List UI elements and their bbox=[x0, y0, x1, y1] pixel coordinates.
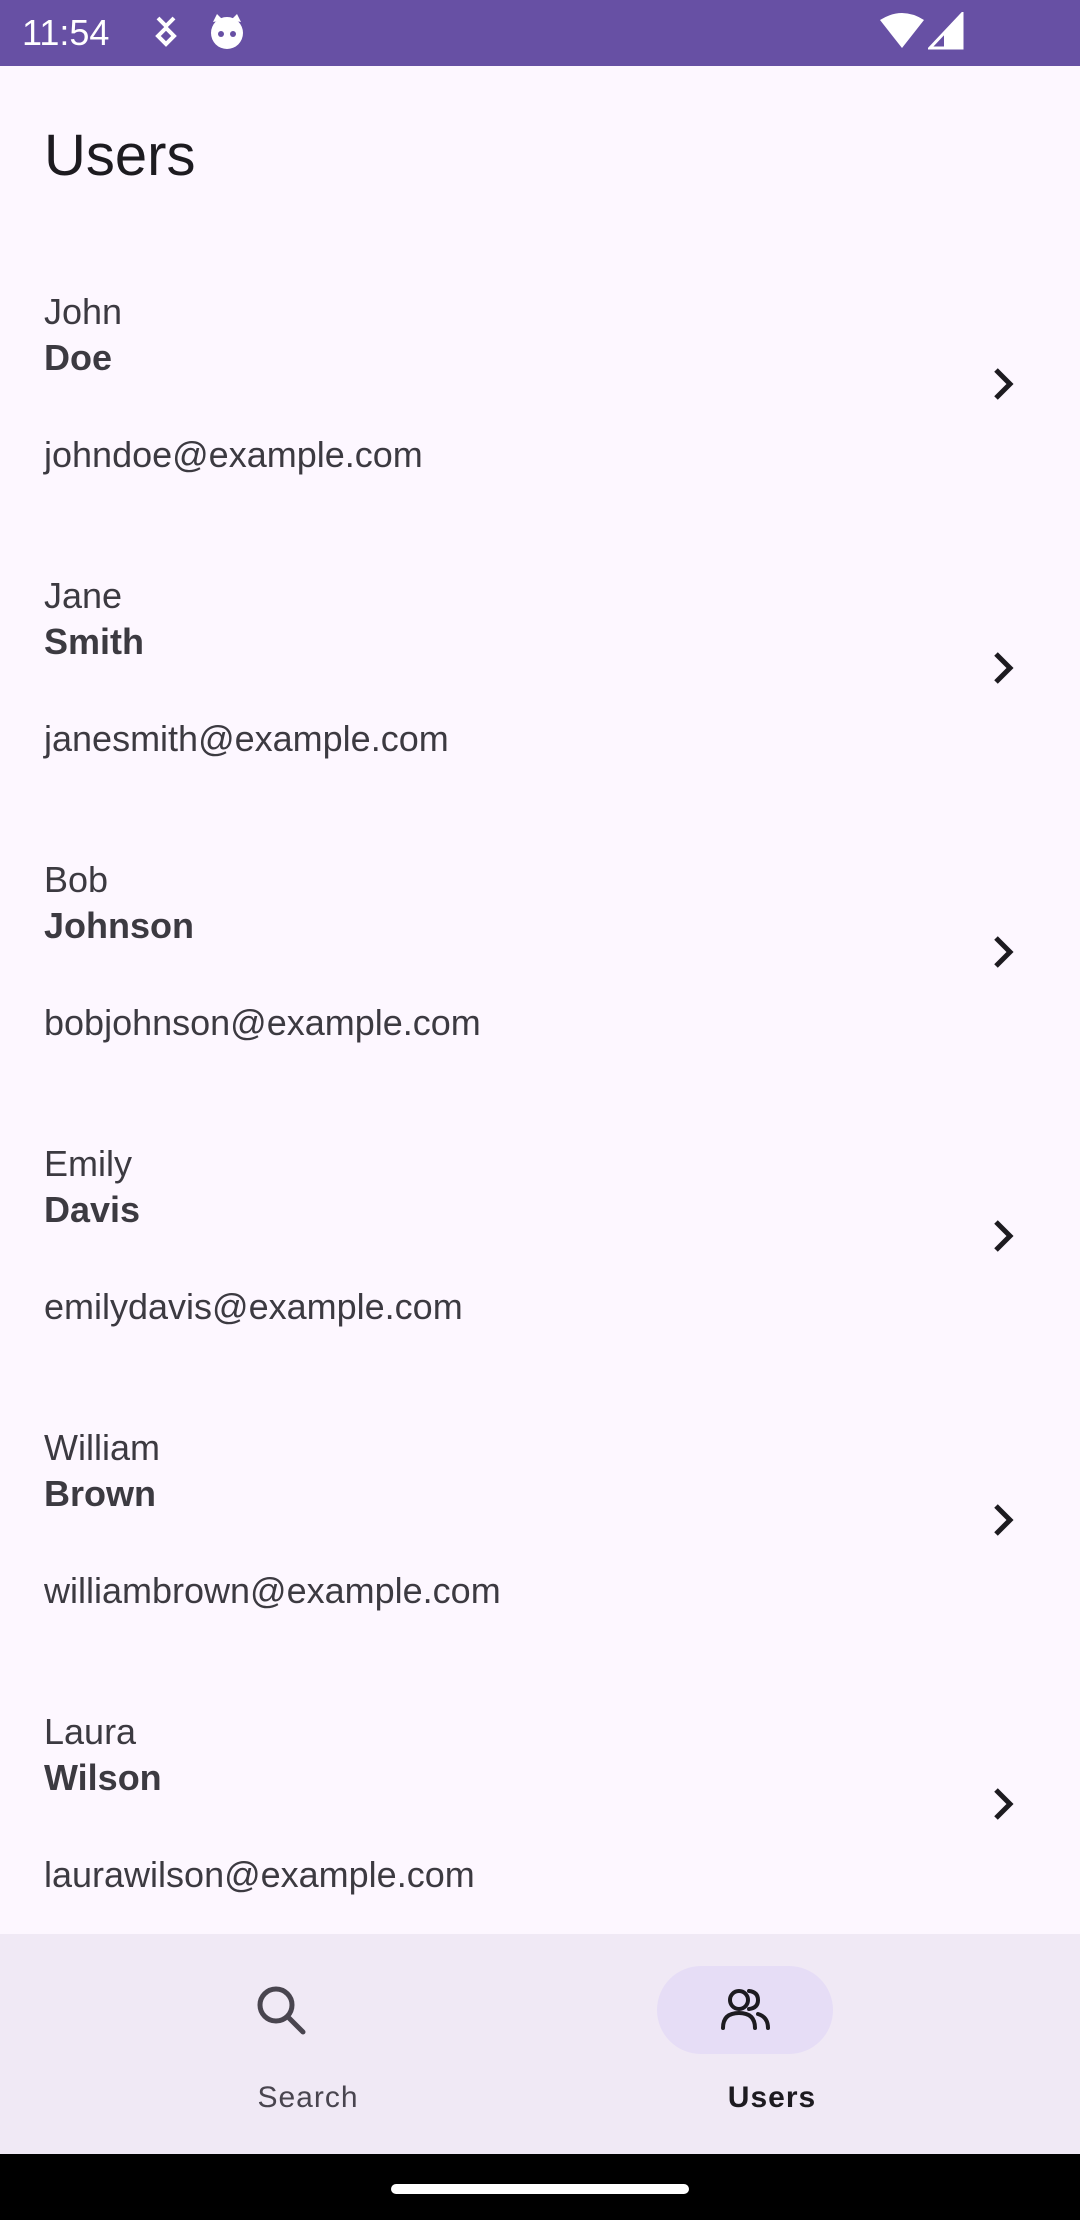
page-title: Users bbox=[44, 123, 196, 188]
user-email: williambrown@example.com bbox=[44, 1570, 501, 1611]
user-last-name: Johnson bbox=[44, 905, 194, 946]
nav-item-search[interactable]: Search bbox=[38, 1934, 578, 2154]
nav-label-search: Search bbox=[257, 2081, 359, 2114]
home-handle[interactable] bbox=[391, 2184, 689, 2194]
user-row[interactable]: Laura Wilson laurawilson@example.com bbox=[0, 1670, 1080, 1934]
status-bar: 11:54 bbox=[0, 0, 1080, 66]
chevron-right-icon[interactable] bbox=[982, 932, 1022, 972]
user-first-name: Bob bbox=[44, 859, 109, 900]
nav-label-users: Users bbox=[727, 2081, 817, 2114]
user-row[interactable]: Emily Davis emilydavis@example.com bbox=[0, 1102, 1080, 1386]
users-icon bbox=[721, 1989, 770, 2030]
user-row[interactable]: William Brown williambrown@example.com bbox=[0, 1386, 1080, 1670]
chevron-right-icon[interactable] bbox=[982, 1500, 1022, 1540]
search-icon bbox=[257, 1986, 306, 2035]
system-gesture-bar bbox=[0, 2154, 1080, 2220]
chevron-right-icon[interactable] bbox=[982, 648, 1022, 688]
cellular-signal-icon bbox=[928, 12, 964, 50]
user-row[interactable]: Jane Smith janesmith@example.com bbox=[0, 534, 1080, 818]
nav-item-users[interactable]: Users bbox=[502, 1934, 1042, 2154]
user-first-name: Jane bbox=[44, 575, 123, 616]
user-email: janesmith@example.com bbox=[44, 718, 449, 759]
user-row[interactable]: Bob Johnson bobjohnson@example.com bbox=[0, 818, 1080, 1102]
user-email: laurawilson@example.com bbox=[44, 1854, 475, 1895]
user-last-name: Davis bbox=[44, 1189, 141, 1230]
user-first-name: John bbox=[44, 291, 123, 332]
user-email: johndoe@example.com bbox=[44, 434, 423, 475]
user-last-name: Brown bbox=[44, 1473, 156, 1514]
user-list[interactable]: John Doe johndoe@example.com Jane Smith … bbox=[0, 250, 1080, 1934]
download-arrows-icon bbox=[155, 16, 177, 47]
user-row[interactable]: John Doe johndoe@example.com bbox=[0, 250, 1080, 534]
user-first-name: William bbox=[44, 1427, 160, 1468]
cat-face-icon bbox=[211, 14, 243, 49]
user-last-name: Doe bbox=[44, 337, 113, 378]
user-first-name: Emily bbox=[44, 1143, 132, 1184]
user-last-name: Smith bbox=[44, 621, 145, 662]
status-time: 11:54 bbox=[22, 12, 110, 53]
user-first-name: Laura bbox=[44, 1711, 137, 1752]
wifi-icon bbox=[880, 13, 924, 48]
chevron-right-icon[interactable] bbox=[982, 1216, 1022, 1256]
user-email: bobjohnson@example.com bbox=[44, 1002, 481, 1043]
chevron-right-icon[interactable] bbox=[982, 364, 1022, 404]
user-last-name: Wilson bbox=[44, 1757, 162, 1798]
chevron-right-icon[interactable] bbox=[982, 1784, 1022, 1824]
bottom-navigation-bar: Search Users bbox=[0, 1934, 1080, 2154]
user-email: emilydavis@example.com bbox=[44, 1286, 463, 1327]
